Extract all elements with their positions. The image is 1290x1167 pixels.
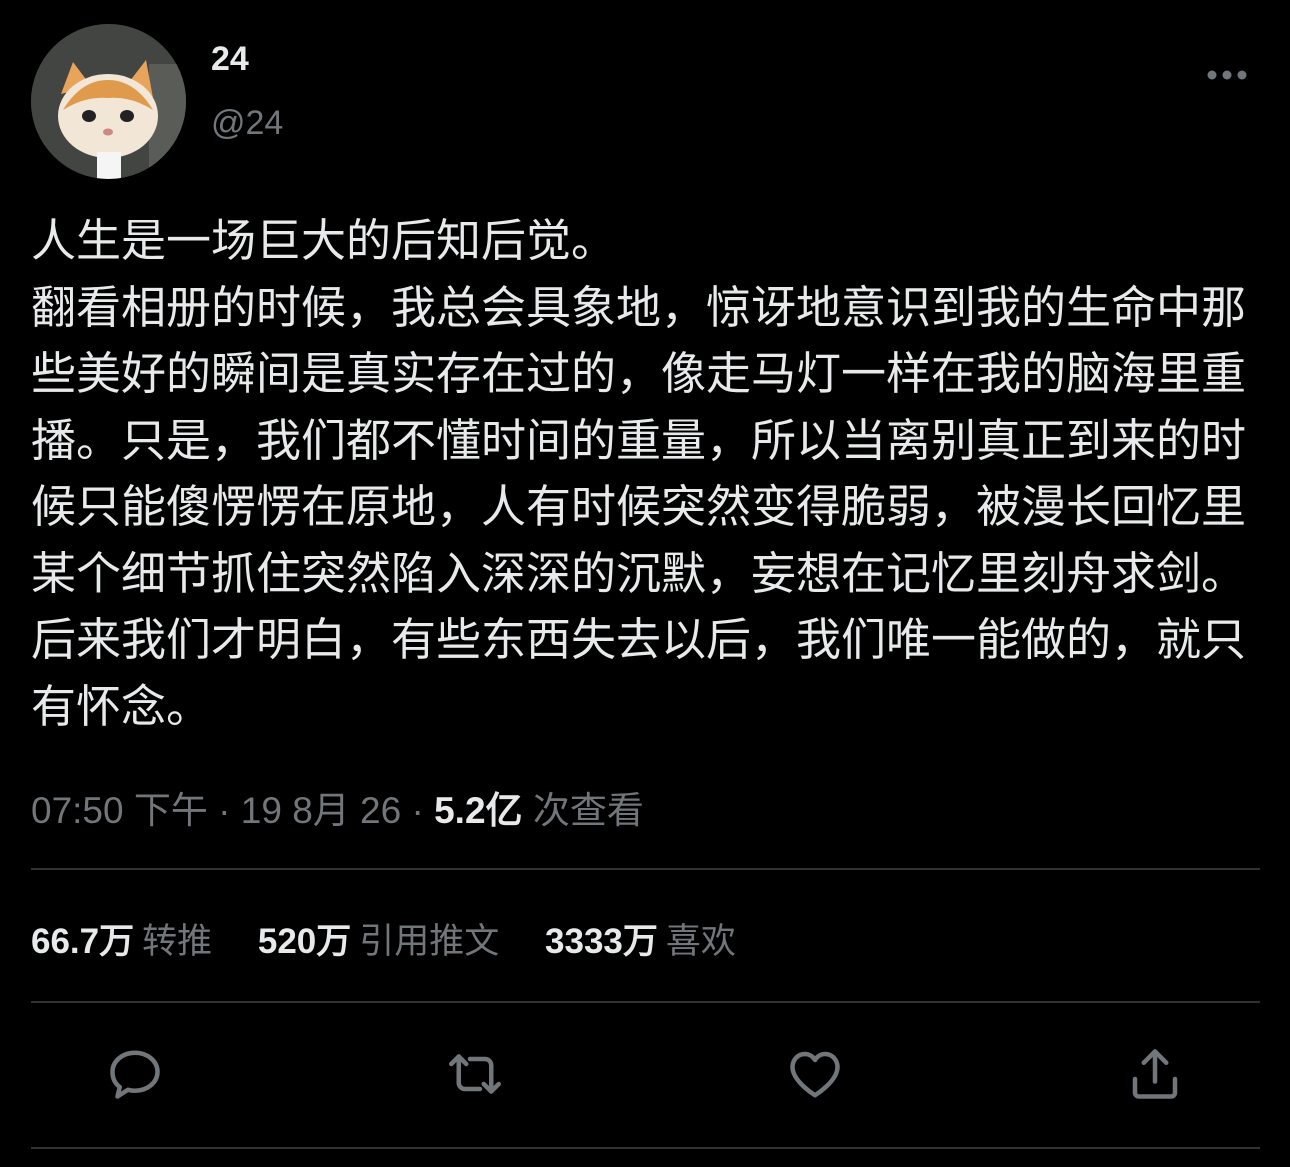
meta-separator: · [218, 790, 231, 831]
share-icon [1132, 1049, 1178, 1099]
retweets-count: 66.7万 [31, 922, 135, 961]
quotes-count: 520万 [257, 922, 352, 961]
retweets-label: 转推 [142, 922, 213, 961]
more-horizontal-icon [1207, 70, 1247, 80]
meta-separator: · [411, 790, 424, 831]
divider [31, 1147, 1260, 1149]
reply-button[interactable] [103, 1042, 167, 1106]
divider [31, 868, 1260, 870]
likes-label: 喜欢 [665, 922, 736, 961]
view-count: 5.2亿 [434, 790, 523, 831]
author-handle[interactable]: @24 [211, 104, 283, 143]
retweets-stat[interactable]: 66.7万 转推 [31, 913, 212, 964]
likes-stat[interactable]: 3333万 喜欢 [545, 913, 736, 964]
tweet-meta: 07:50 下午 · 19 8月 26 · 5.2亿 次查看 [31, 780, 644, 834]
quotes-stat[interactable]: 520万 引用推文 [258, 913, 499, 964]
retweet-button[interactable] [443, 1042, 507, 1106]
tweet-text: 人生是一场巨大的后知后觉。 翻看相册的时候，我总会具象地，惊讶地意识到我的生命中… [31, 214, 1247, 733]
share-button[interactable] [1123, 1042, 1187, 1106]
retweet-icon [449, 1054, 501, 1094]
avatar[interactable] [31, 24, 186, 179]
tweet-time[interactable]: 07:50 下午 [31, 790, 208, 831]
heart-icon [790, 1051, 840, 1098]
like-button[interactable] [783, 1042, 847, 1106]
more-options-button[interactable] [1205, 62, 1249, 88]
view-count-label: 次查看 [532, 790, 644, 831]
tweet-date[interactable]: 19 8月 26 [241, 790, 401, 831]
divider [31, 1001, 1260, 1003]
reply-icon [110, 1050, 160, 1099]
quotes-label: 引用推文 [359, 922, 500, 961]
author-name[interactable]: 24 [211, 40, 249, 79]
cat-avatar-icon [31, 24, 186, 179]
likes-count: 3333万 [545, 922, 658, 961]
engagement-stats: 66.7万 转推 520万 引用推文 3333万 喜欢 [31, 913, 772, 964]
